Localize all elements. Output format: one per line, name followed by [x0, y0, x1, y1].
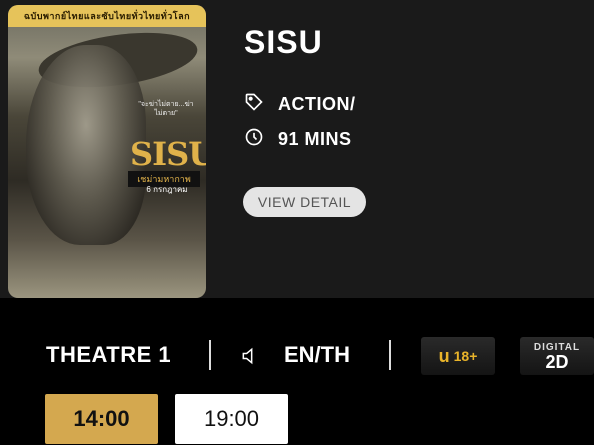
tag-icon — [244, 92, 264, 117]
rating-age: 18+ — [453, 348, 478, 364]
divider — [389, 340, 391, 370]
poster-banner: ฉบับพากย์ไทยและซับไทยทั่วไทยทั่วโลก — [8, 5, 206, 27]
genre-row: ACTION/ — [244, 92, 356, 117]
divider — [209, 340, 211, 370]
duration-row: 91 MINS — [244, 127, 352, 152]
rating-badge: u 18+ — [421, 337, 495, 375]
rating-letter: u — [438, 345, 450, 366]
poster-quote: "จะฆ่าไม่ตาย...ฆ่าไม่ตาย" — [138, 101, 194, 117]
poster-title: SISU — [130, 135, 206, 173]
duration-text: 91 MINS — [278, 129, 352, 149]
showtime-button[interactable]: 19:00 — [175, 394, 288, 444]
poster-date: 6 กรกฎาคม — [146, 185, 188, 194]
movie-title: SISU — [244, 24, 323, 60]
showing-info-bar: THEATRE 1 EN/TH u 18+ DIGITAL 2D — [0, 330, 594, 380]
genre-text: ACTION/ — [278, 94, 356, 114]
clock-icon — [244, 127, 264, 152]
format-badge: DIGITAL 2D — [520, 337, 594, 375]
view-detail-button[interactable]: VIEW DETAIL — [243, 187, 366, 217]
showtime-button-selected[interactable]: 14:00 — [45, 394, 158, 444]
poster-face-shape — [26, 45, 146, 245]
language-label: EN/TH — [284, 342, 350, 367]
format-bottom: 2D — [545, 352, 569, 372]
movie-card: ฉบับพากย์ไทยและซับไทยทั่วไทยทั่วโลก "จะฆ… — [0, 0, 594, 298]
theatre-label: THEATRE 1 — [46, 342, 172, 367]
movie-poster[interactable]: ฉบับพากย์ไทยและซับไทยทั่วไทยทั่วโลก "จะฆ… — [8, 5, 206, 298]
speaker-icon — [240, 346, 260, 366]
